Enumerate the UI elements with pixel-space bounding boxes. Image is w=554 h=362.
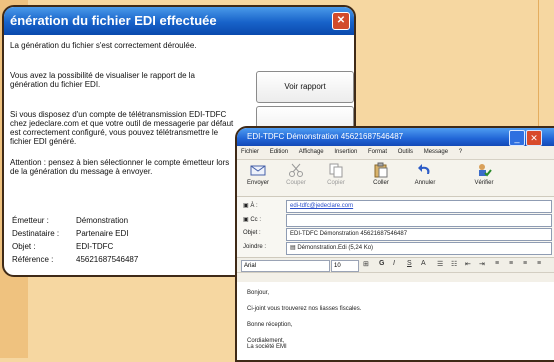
to-label-text: À : (250, 203, 258, 209)
undo-label: Annuler (414, 180, 436, 186)
warning-text: Attention : pensez à bien sélectionner l… (10, 158, 230, 176)
summary-value: Démonstration (76, 216, 129, 225)
menu-edition[interactable]: Edition (270, 146, 288, 159)
to-field[interactable]: edi-tdfc@jedeclare.com (286, 200, 552, 213)
body-line: Ci-joint vous trouverez nos liasses fisc… (247, 306, 362, 312)
check-names-icon (479, 164, 492, 177)
to-row: ▣ À : edi-tdfc@jedeclare.com (243, 200, 552, 213)
paste-label: Coller (373, 180, 389, 186)
send-icon (250, 165, 266, 176)
justify-icon[interactable]: ≡ (537, 260, 541, 267)
bullet-list-icon[interactable]: ☷ (451, 260, 457, 268)
scissors-icon (289, 163, 303, 177)
minimize-icon[interactable]: _ (509, 130, 525, 146)
body-line: La société EMI (247, 344, 287, 350)
summary-value: Partenaire EDI (76, 229, 129, 238)
cc-field[interactable] (286, 214, 552, 227)
align-left-icon[interactable]: ≡ (495, 260, 499, 267)
email-compose-window: EDI-TDFC Démonstration 45621687546487 _ … (235, 126, 554, 362)
format-toolbar: Arial 10 ⊞ G I S A ☰ ☷ ⇤ ⇥ ≡ ≡ ≡ ≡ (237, 258, 554, 273)
menu-help[interactable]: ? (459, 146, 462, 159)
align-right-icon[interactable]: ≡ (523, 260, 527, 267)
send-label: Envoyer (246, 180, 269, 186)
cut-button[interactable]: Couper (279, 162, 313, 186)
copy-button[interactable]: Copier (319, 162, 353, 186)
menu-format[interactable]: Format (368, 146, 387, 159)
to-label[interactable]: ▣ À : (243, 202, 283, 209)
underline-icon[interactable]: S (407, 260, 412, 267)
font-size-select[interactable]: 10 (331, 260, 359, 272)
summary-table: Émetteur : Démonstration Destinataire : Pa… (10, 214, 140, 268)
undo-button[interactable]: Annuler (408, 162, 442, 186)
summary-value: 45621687546487 (76, 255, 139, 264)
undo-icon (418, 164, 430, 174)
cc-row: ▣ Cc : (243, 214, 552, 227)
close-icon[interactable]: ✕ (332, 12, 350, 30)
email-title-bar: EDI-TDFC Démonstration 45621687546487 _ … (237, 128, 554, 146)
message-body[interactable]: Bonjour, Ci-joint vous trouverez nos lia… (237, 282, 554, 360)
subject-label: Objet : (243, 230, 261, 236)
success-text: La génération du fichier s'est correctem… (10, 41, 197, 50)
dialog-title-bar: énération du fichier EDI effectuée ✕ (4, 7, 354, 35)
menu-outils[interactable]: Outils (398, 146, 413, 159)
attach-row: Joindre : ▤ Démonstration.Edi (5,24 Ko) (243, 242, 552, 255)
menu-insertion[interactable]: Insertion (334, 146, 357, 159)
summary-row: Objet : EDI-TDFC (12, 242, 138, 253)
indent-icon[interactable]: ⇥ (479, 260, 485, 268)
menu-fichier[interactable]: Fichier (241, 146, 259, 159)
body-line: Bonne réception, (247, 322, 293, 328)
summary-label: Objet : (12, 242, 36, 251)
bold-icon[interactable]: G (379, 260, 384, 267)
summary-label: Destinataire : (12, 229, 60, 238)
summary-label: Émetteur : (12, 216, 49, 225)
dialog-title: énération du fichier EDI effectuée (10, 13, 217, 28)
cc-label-text: Cc : (250, 217, 262, 223)
cc-label[interactable]: ▣ Cc : (243, 216, 283, 223)
send-button[interactable]: Envoyer (241, 162, 275, 186)
paste-icon (374, 162, 388, 178)
menu-affichage[interactable]: Affichage (299, 146, 324, 159)
subject-row: Objet : EDI-TDFC Démonstration 456216875… (243, 228, 552, 241)
email-window-title: EDI-TDFC Démonstration 45621687546487 (247, 132, 404, 141)
message-header: ▣ À : edi-tdfc@jedeclare.com ▣ Cc : Obje… (237, 197, 554, 258)
cut-label: Couper (286, 180, 306, 186)
toolbar: Envoyer Couper Copier Coller Annuler Vér… (237, 160, 554, 197)
text-color-icon[interactable]: A (421, 260, 426, 267)
numbered-list-icon[interactable]: ☰ (437, 260, 443, 268)
copy-label: Copier (327, 180, 345, 186)
summary-label: Référence : (12, 255, 54, 264)
body-line: Bonjour, (247, 290, 270, 296)
voir-rapport-button[interactable]: Voir rapport (256, 71, 354, 103)
italic-icon[interactable]: I (393, 260, 395, 267)
summary-row: Destinataire : Partenaire EDI (12, 229, 138, 240)
attachment-field[interactable]: ▤ Démonstration.Edi (5,24 Ko) (286, 242, 552, 255)
close-icon[interactable]: ✕ (526, 130, 542, 146)
subject-field[interactable]: EDI-TDFC Démonstration 45621687546487 (286, 228, 552, 241)
font-size-value: 10 (334, 263, 341, 269)
copy-icon (329, 163, 343, 178)
summary-row: Référence : 45621687546487 (12, 255, 138, 266)
summary-row: Émetteur : Démonstration (12, 216, 138, 227)
transmission-text: Si vous disposez d'un compte de télétran… (10, 110, 234, 146)
attachment-icon: ▤ (290, 245, 296, 251)
font-select[interactable]: Arial (241, 260, 330, 272)
paste-button[interactable]: Coller (364, 162, 398, 186)
attach-label: Joindre : (243, 244, 267, 250)
check-label: Vérifier (474, 180, 494, 186)
font-value: Arial (244, 263, 257, 269)
summary-value: EDI-TDFC (76, 242, 114, 251)
font-color-icon[interactable]: ⊞ (363, 260, 369, 268)
menu-bar: Fichier Edition Affichage Insertion Form… (237, 146, 554, 160)
attachment-name: Démonstration.Edi (5,24 Ko) (297, 245, 374, 251)
outdent-icon[interactable]: ⇤ (465, 260, 471, 268)
check-button[interactable]: Vérifier (467, 162, 501, 186)
align-center-icon[interactable]: ≡ (509, 260, 513, 267)
report-text: Vous avez la possibilité de visualiser l… (10, 71, 195, 89)
menu-message[interactable]: Message (424, 146, 448, 159)
